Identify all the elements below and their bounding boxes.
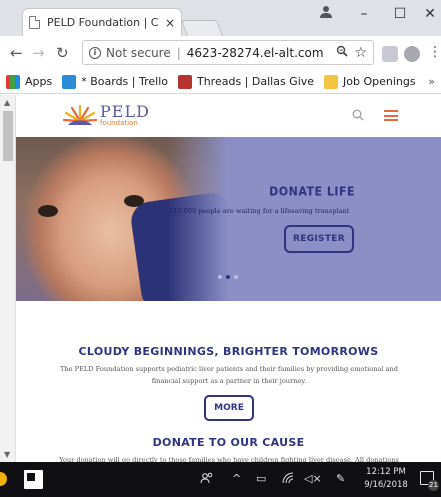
wifi-icon[interactable] [282,472,294,487]
cortana-icon[interactable] [0,472,7,486]
extension-icon[interactable] [382,46,398,62]
bookmarks-more-icon[interactable]: » [428,75,435,88]
carousel-dot[interactable] [226,275,230,279]
bookmark-label: * Boards | Trello [81,75,168,88]
back-icon[interactable]: ← [10,44,23,62]
register-button[interactable]: REGISTER [284,225,354,253]
bookmark-label: Threads | Dallas Give [196,75,315,88]
logo-name: PELD [100,101,150,121]
bookmark-job-openings[interactable]: Job Openings [324,74,416,89]
battery-icon[interactable]: ▭ [256,472,266,485]
forward-icon[interactable]: → [32,44,45,62]
bookmark-dallas-gives[interactable]: Threads | Dallas Give [177,74,315,89]
hero-title: DONATE LIFE [269,184,355,199]
maximize-icon[interactable]: ☐ [390,6,410,22]
address-bar[interactable]: i Not secure | 4623-28274.el-alt.com ☆ [82,40,374,65]
taskbar-clock[interactable]: 12:12 PM 9/16/2018 [358,466,414,492]
clock-date: 9/16/2018 [364,480,408,490]
page-icon [29,16,40,29]
clock-time: 12:12 PM [366,467,406,477]
bookmark-label: Job Openings [343,75,416,88]
browser-tab[interactable]: PELD Foundation | Cloud × [22,8,182,36]
hero-banner: DONATE LIFE 115,000 people are waiting f… [16,137,441,301]
cloudy-section-title: CLOUDY BEGINNINGS, BRIGHTER TOMORROWS [78,345,379,358]
tray-chevron-icon[interactable]: ^ [232,472,241,485]
page-scrollbar[interactable]: ▲ ▼ [0,95,16,462]
carousel-dot[interactable] [218,275,222,279]
bookmarks-bar: Apps * Boards | Trello Threads | Dallas … [0,70,441,94]
hero-subtitle: 115,000 people are waiting for a lifesav… [169,207,350,215]
pen-icon[interactable]: ✎ [336,472,345,485]
minimize-icon[interactable]: – [354,6,374,22]
carousel-dots [218,275,242,279]
close-window-icon[interactable]: ✕ [420,6,440,22]
tab-close-icon[interactable]: × [165,16,175,30]
security-label: Not secure [106,45,171,60]
website: PELD foundation DONATE LIFE 115,000 peop… [16,95,441,462]
hero-child-photo [16,137,228,301]
reload-icon[interactable]: ↻ [56,44,69,62]
folder-icon [324,74,339,89]
bookmark-star-icon[interactable]: ☆ [354,45,367,61]
scroll-down-icon[interactable]: ▼ [4,450,10,459]
bookmark-apps[interactable]: Apps [6,74,53,89]
cloudy-section-text: The PELD Foundation supports pediatric l… [60,365,398,385]
carousel-dot[interactable] [234,275,238,279]
new-tab-button[interactable] [181,20,223,36]
notification-count-badge: 21 [428,480,439,491]
donate-section-text: Your donation will go directly to those … [59,456,399,462]
bookmark-label: Apps [25,75,53,88]
scroll-thumb[interactable] [3,111,13,161]
tab-title: PELD Foundation | Cloud [47,16,159,29]
profile-icon[interactable] [316,4,336,22]
more-button[interactable]: MORE [204,395,254,421]
volume-muted-icon[interactable]: ◁× [304,472,322,485]
zoom-icon[interactable] [336,45,349,60]
browser-menu-icon[interactable]: ⋮ [428,44,441,60]
omnibox-separator: | [176,45,181,60]
url-text[interactable]: 4623-28274.el-alt.com [187,46,333,60]
site-header: PELD foundation [16,95,441,137]
donate-section-title: DONATE TO OUR CAUSE [152,436,305,449]
info-icon[interactable]: i [89,46,101,59]
scroll-up-icon[interactable]: ▲ [4,98,10,107]
browser-toolbar: ← → ↻ i Not secure | 4623-28274.el-alt.c… [0,36,441,70]
windows-taskbar: ^ ▭ ◁× ✎ 12:12 PM 9/16/2018 21 [0,462,441,497]
extension-icon[interactable] [404,46,420,62]
search-icon[interactable] [352,109,364,121]
peld-logo[interactable]: PELD foundation [62,103,150,127]
bookmark-trello[interactable]: * Boards | Trello [62,74,168,89]
pinned-app-icon[interactable] [24,470,43,489]
browser-titlebar: PELD Foundation | Cloud × – ☐ ✕ [0,0,441,36]
people-icon[interactable] [200,472,214,487]
hamburger-menu-icon[interactable] [384,110,398,121]
trello-icon [62,74,77,89]
sun-logo-icon [62,104,98,125]
apps-grid-icon [6,74,20,89]
dallas-gives-icon [177,74,192,89]
